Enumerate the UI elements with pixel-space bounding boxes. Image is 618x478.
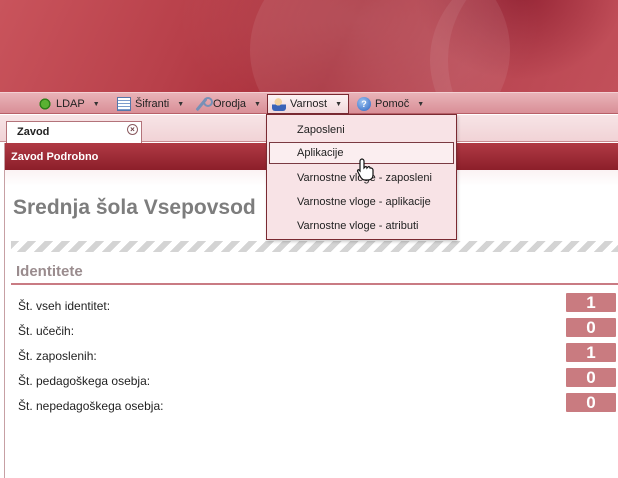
menu-pomoc-label: Pomoč <box>375 98 410 110</box>
stat-label: Št. vseh identitet: <box>18 299 111 313</box>
users-icon <box>272 97 286 111</box>
stat-badge: 0 <box>566 318 616 337</box>
help-icon: ? <box>357 97 371 111</box>
banner-decoration <box>430 0 618 92</box>
menu-item-varnostne-vloge-atributi[interactable]: Varnostne vloge - atributi <box>267 215 456 237</box>
tab-zavod[interactable]: Zavod × <box>6 121 142 143</box>
caret-down-icon: ▼ <box>254 100 261 108</box>
menu-orodja[interactable]: Orodja ▼ <box>191 94 267 114</box>
stat-label: Št. učečih: <box>18 324 75 338</box>
menu-varnost-label: Varnost <box>290 98 328 110</box>
caret-down-icon: ▼ <box>417 100 425 108</box>
menu-orodja-label: Orodja <box>213 98 247 110</box>
menu-sifranti-label: Šifranti <box>135 98 170 110</box>
menu-varnost[interactable]: Varnost ▼ <box>267 94 350 114</box>
stat-badge: 0 <box>566 393 616 412</box>
divider <box>11 241 618 252</box>
menubar: LDAP ▼ Šifranti ▼ Orodja ▼ Varnost ▼ ? P… <box>0 92 618 114</box>
menu-pomoc[interactable]: ? Pomoč ▼ <box>353 94 430 114</box>
section-divider <box>11 283 618 285</box>
hand-cursor-icon <box>356 158 374 181</box>
stat-badge: 1 <box>566 293 616 312</box>
stat-badge: 1 <box>566 343 616 362</box>
table-icon <box>117 97 131 111</box>
menu-ldap-label: LDAP <box>56 98 85 110</box>
caret-down-icon: ▼ <box>177 100 185 108</box>
header-banner <box>0 0 618 92</box>
wrench-icon <box>195 97 213 111</box>
tab-zavod-label: Zavod <box>17 126 50 138</box>
menu-item-zaposleni[interactable]: Zaposleni <box>267 119 456 141</box>
stat-label: Št. nepedagoškega osebja: <box>18 399 164 413</box>
caret-down-icon: ▼ <box>92 100 100 108</box>
close-icon[interactable]: × <box>127 124 138 135</box>
puzzle-icon <box>38 97 52 111</box>
menu-ldap[interactable]: LDAP ▼ <box>34 94 106 114</box>
stat-badge: 0 <box>566 368 616 387</box>
stat-label: Št. pedagoškega osebja: <box>18 374 151 388</box>
menu-sifranti[interactable]: Šifranti ▼ <box>113 94 190 114</box>
menu-item-varnostne-vloge-aplikacije[interactable]: Varnostne vloge - aplikacije <box>267 191 456 213</box>
stat-label: Št. zaposlenih: <box>18 349 97 363</box>
page-title: Srednja šola Vsepovsod <box>13 196 256 219</box>
section-title: Identitete <box>16 263 83 280</box>
caret-down-icon: ▼ <box>335 100 343 108</box>
